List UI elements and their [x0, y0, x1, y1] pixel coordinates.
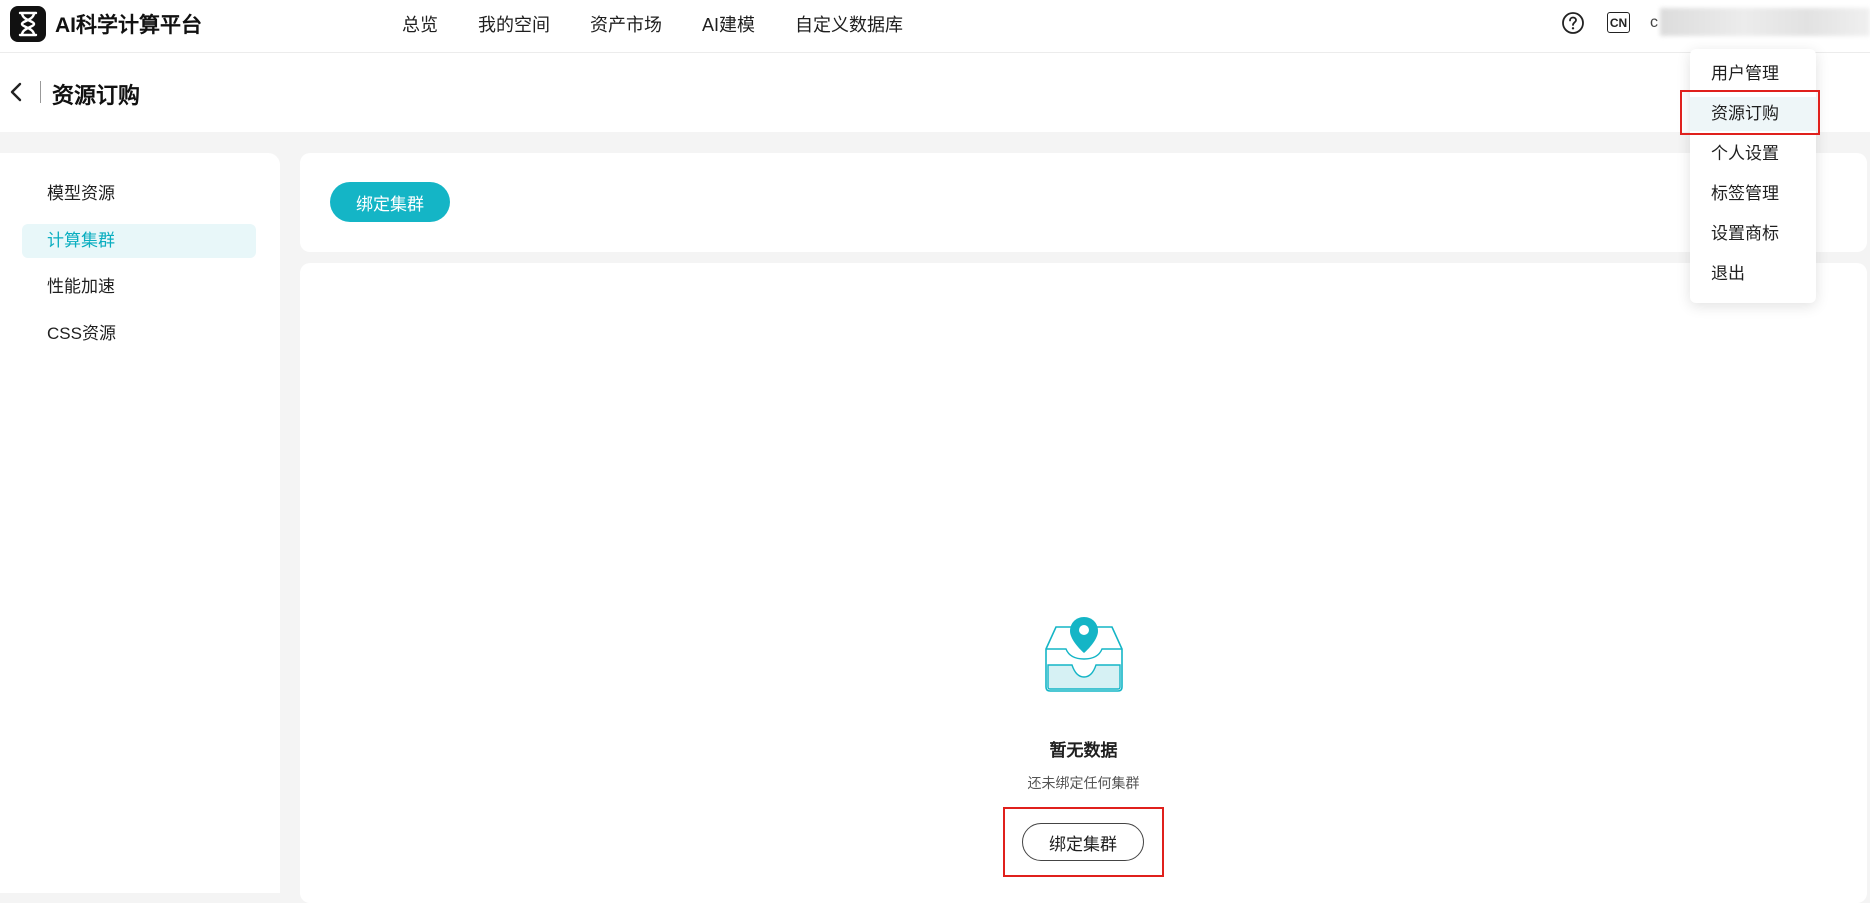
chevron-left-icon[interactable] [6, 80, 26, 104]
user-account-blurred[interactable] [1660, 8, 1870, 36]
menu-item-personal-settings[interactable]: 个人设置 [1690, 137, 1816, 171]
cluster-list-panel: 暂无数据 还未绑定任何集群 绑定集群 [300, 263, 1867, 903]
menu-item-set-trademark[interactable]: 设置商标 [1690, 217, 1816, 251]
user-name[interactable]: c [1650, 14, 1658, 32]
toolbar-card: 绑定集群 ì [300, 153, 1867, 252]
title-divider [40, 81, 41, 103]
user-dropdown-menu: 用户管理 资源订购 个人设置 标签管理 设置商标 退出 [1690, 49, 1816, 303]
hourglass-icon [10, 6, 46, 42]
sidebar-item-performance-acceleration[interactable]: 性能加速 [22, 270, 256, 304]
bind-cluster-button[interactable]: 绑定集群 [330, 182, 450, 222]
nav-item-asset-market[interactable]: 资产市场 [590, 11, 662, 37]
nav-item-overview[interactable]: 总览 [402, 11, 438, 37]
sidebar: 模型资源 计算集群 性能加速 CSS资源 [0, 153, 280, 893]
app-logo[interactable]: AI科学计算平台 [10, 6, 202, 42]
nav-item-my-space[interactable]: 我的空间 [478, 11, 550, 37]
question-circle-icon[interactable] [1561, 11, 1585, 35]
main-nav: 总览 我的空间 资产市场 AI建模 自定义数据库 [402, 0, 943, 48]
menu-item-tag-management[interactable]: 标签管理 [1690, 177, 1816, 211]
location-inbox-icon [1045, 617, 1123, 692]
empty-state-description: 还未绑定任何集群 [1027, 775, 1140, 791]
page-title: 资源订购 [52, 83, 141, 108]
empty-state-title: 暂无数据 [1049, 741, 1118, 760]
nav-item-custom-database[interactable]: 自定义数据库 [795, 11, 903, 37]
menu-item-user-management[interactable]: 用户管理 [1690, 57, 1816, 91]
page-header [0, 53, 1870, 132]
app-name: AI科学计算平台 [55, 14, 202, 37]
sidebar-item-compute-cluster[interactable]: 计算集群 [22, 224, 256, 258]
language-switch-icon[interactable]: CN [1607, 12, 1630, 33]
top-navigation-bar: AI科学计算平台 总览 我的空间 资产市场 AI建模 自定义数据库 CN c [0, 0, 1870, 53]
empty-state-bind-cluster-button[interactable]: 绑定集群 [1022, 823, 1144, 861]
sidebar-item-model-resources[interactable]: 模型资源 [22, 177, 256, 211]
nav-item-ai-modeling[interactable]: AI建模 [702, 11, 755, 37]
sidebar-item-css-resources[interactable]: CSS资源 [22, 317, 256, 351]
menu-item-resource-purchase[interactable]: 资源订购 [1690, 97, 1816, 131]
menu-item-logout[interactable]: 退出 [1690, 257, 1816, 291]
